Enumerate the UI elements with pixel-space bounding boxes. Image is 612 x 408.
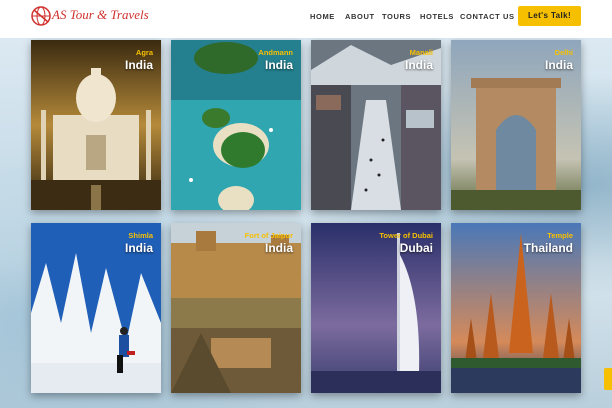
destination-country: Dubai <box>399 241 433 255</box>
destination-card-andmann[interactable]: Andmann India <box>171 40 301 210</box>
destination-country: India <box>404 58 433 72</box>
destination-country: Thailand <box>523 241 573 255</box>
destination-place: Manali <box>409 48 433 57</box>
destination-place: Delhi <box>554 48 573 57</box>
destination-card-tower-of-dubai[interactable]: Tower of Dubai Dubai <box>311 223 441 393</box>
destination-place: Agra <box>135 48 153 57</box>
site-header: AS Tour & Travels HOME ABOUT TOURS HOTEL… <box>0 0 612 38</box>
destination-place: Fort of Jaipur <box>244 231 293 240</box>
destination-place: Andmann <box>258 48 293 57</box>
brand-name[interactable]: AS Tour & Travels <box>52 7 149 23</box>
globe-plane-icon <box>31 6 51 26</box>
lets-talk-button[interactable]: Let's Talk! <box>518 6 581 26</box>
nav-contact-us[interactable]: CONTACT US <box>460 12 515 21</box>
nav-about[interactable]: ABOUT <box>345 12 375 21</box>
nav-tours[interactable]: TOURS <box>382 12 411 21</box>
floating-action-tab[interactable] <box>604 368 612 390</box>
destination-country: India <box>544 58 573 72</box>
destination-card-delhi[interactable]: Delhi India <box>451 40 581 210</box>
destination-country: India <box>124 241 153 255</box>
destination-card-fort-of-jaipur[interactable]: Fort of Jaipur India <box>171 223 301 393</box>
destination-place: Tower of Dubai <box>379 231 433 240</box>
nav-home[interactable]: HOME <box>310 12 335 21</box>
destination-card-shimla[interactable]: Shimla India <box>31 223 161 393</box>
destination-place: Shimla <box>128 231 153 240</box>
nav-hotels[interactable]: HOTELS <box>420 12 454 21</box>
destination-country: India <box>264 241 293 255</box>
destination-card-temple[interactable]: Temple Thailand <box>451 223 581 393</box>
destination-place: Temple <box>547 231 573 240</box>
destination-country: India <box>124 58 153 72</box>
destination-country: India <box>264 58 293 72</box>
destination-card-agra[interactable]: Agra India <box>31 40 161 210</box>
destination-card-manali[interactable]: Manali India <box>311 40 441 210</box>
